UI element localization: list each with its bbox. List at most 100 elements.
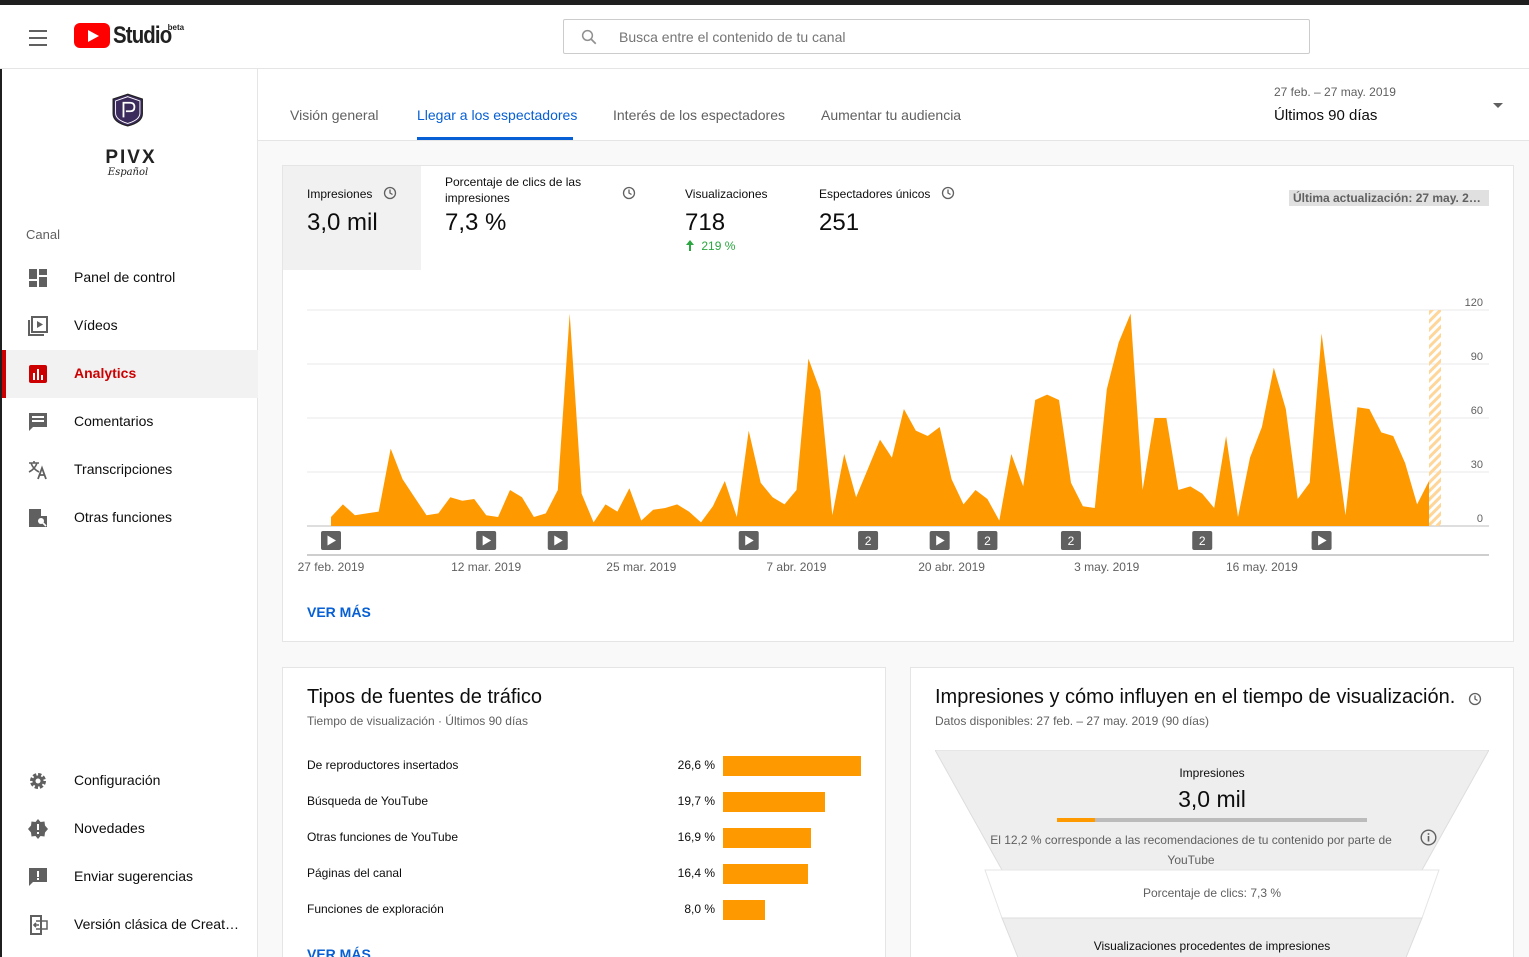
sidebar-item-dashboard[interactable]: Panel de control bbox=[2, 254, 258, 302]
studio-logo[interactable]: Studio beta bbox=[74, 23, 184, 53]
video-published-marker[interactable] bbox=[321, 531, 341, 550]
analytics-icon bbox=[29, 365, 47, 383]
y-tick-label: 30 bbox=[1471, 459, 1483, 471]
search-input[interactable] bbox=[619, 20, 1289, 53]
traffic-source-row[interactable]: De reproductores insertados 26,6 % bbox=[307, 754, 867, 778]
funnel-ctr-text: Porcentaje de clics: 7,3 % bbox=[1142, 886, 1282, 900]
marker-count-label: 2 bbox=[1199, 534, 1206, 548]
multi-video-marker[interactable]: 2 bbox=[977, 531, 998, 550]
metric-unique-viewers[interactable]: Espectadores únicos 251 bbox=[795, 166, 955, 270]
channel-subtitle: Español bbox=[107, 167, 149, 178]
multi-video-marker[interactable]: 2 bbox=[858, 531, 879, 550]
translate-icon bbox=[28, 461, 47, 480]
chevron-down-icon[interactable] bbox=[1492, 102, 1504, 110]
sidebar-item-feedback[interactable]: Enviar sugerencias bbox=[2, 853, 258, 901]
traffic-source-bar bbox=[723, 900, 765, 920]
traffic-source-percent: 26,6 % bbox=[677, 758, 715, 772]
y-tick-label: 90 bbox=[1471, 351, 1483, 363]
tab-reach[interactable]: Llegar a los espectadores bbox=[417, 107, 577, 123]
gear-icon bbox=[30, 773, 46, 789]
info-icon[interactable] bbox=[1420, 829, 1437, 846]
recommendation-share-fill bbox=[1057, 818, 1095, 822]
sidebar-item-label: Enviar sugerencias bbox=[74, 868, 194, 884]
traffic-source-row[interactable]: Páginas del canal 16,4 % bbox=[307, 862, 867, 886]
marker-count-label: 2 bbox=[1068, 534, 1075, 548]
dashboard-icon bbox=[29, 269, 47, 287]
metric-label: Visualizaciones bbox=[685, 187, 768, 201]
clock-icon bbox=[622, 186, 636, 200]
sidebar-item-comments[interactable]: Comentarios bbox=[2, 398, 258, 446]
sidebar-item-whats-new[interactable]: Novedades bbox=[2, 805, 258, 853]
active-tab-indicator bbox=[417, 137, 573, 140]
clock-icon bbox=[383, 186, 397, 200]
metric-ctr[interactable]: Porcentaje de clics de las impresiones 7… bbox=[421, 166, 651, 270]
top-app-bar: Studio beta bbox=[0, 5, 1529, 69]
tab-engagement[interactable]: Interés de los espectadores bbox=[613, 107, 785, 123]
video-published-marker[interactable] bbox=[738, 531, 759, 550]
see-more-link[interactable]: VER MÁS bbox=[307, 604, 371, 620]
sidebar-item-label: Configuración bbox=[74, 772, 161, 788]
sidebar-item-label: Vídeos bbox=[74, 317, 118, 333]
traffic-source-row[interactable]: Funciones de exploración 8,0 % bbox=[307, 898, 867, 922]
recommendation-share-bar bbox=[1057, 818, 1367, 822]
metric-label: Impresiones bbox=[307, 187, 373, 201]
traffic-see-more-link[interactable]: VER MÁS bbox=[307, 946, 371, 957]
traffic-sources-card: Tipos de fuentes de tráfico Tiempo de vi… bbox=[282, 667, 886, 957]
channel-avatar[interactable] bbox=[104, 93, 160, 149]
sidebar-item-transcriptions[interactable]: Transcripciones bbox=[2, 446, 258, 494]
hamburger-menu-icon[interactable] bbox=[22, 23, 54, 51]
metric-value: 7,3 % bbox=[445, 209, 507, 236]
traffic-source-percent: 19,7 % bbox=[677, 794, 715, 808]
multi-video-marker[interactable]: 2 bbox=[1192, 531, 1213, 550]
sidebar-item-analytics[interactable]: Analytics bbox=[2, 350, 258, 398]
video-published-marker[interactable] bbox=[547, 531, 568, 550]
sidebar-item-label: Novedades bbox=[74, 820, 145, 836]
video-published-marker[interactable] bbox=[476, 531, 497, 550]
metric-label: Porcentaje de clics de las impresiones bbox=[445, 175, 582, 205]
sidebar-item-settings[interactable]: Configuración bbox=[2, 757, 258, 805]
logo-word: Studio bbox=[113, 22, 172, 49]
sidebar-item-label: Comentarios bbox=[74, 413, 154, 429]
date-range-dates: 27 feb. – 27 may. 2019 bbox=[1274, 85, 1396, 99]
traffic-source-bar bbox=[723, 756, 861, 776]
other-features-icon bbox=[29, 509, 47, 527]
sidebar-item-videos[interactable]: Vídeos bbox=[2, 302, 258, 350]
marker-count-label: 2 bbox=[984, 534, 991, 548]
whats-new-icon bbox=[28, 819, 48, 839]
metric-impressions[interactable]: Impresiones 3,0 mil bbox=[283, 166, 421, 270]
multi-video-marker[interactable]: 2 bbox=[1060, 531, 1081, 550]
sidebar-item-other-features[interactable]: Otras funciones bbox=[2, 494, 258, 542]
sidebar-item-classic-studio[interactable]: Versión clásica de Creat… bbox=[2, 901, 258, 949]
card-subtitle: Datos disponibles: 27 feb. – 27 may. 201… bbox=[935, 714, 1209, 728]
video-published-marker[interactable] bbox=[1311, 531, 1332, 550]
traffic-source-row[interactable]: Otras funciones de YouTube 16,9 % bbox=[307, 826, 867, 850]
x-tick-label: 12 mar. 2019 bbox=[451, 560, 521, 574]
last-update-badge: Última actualización: 27 may. 2019 bbox=[1289, 190, 1489, 206]
x-tick-label: 3 may. 2019 bbox=[1074, 560, 1139, 574]
traffic-source-row[interactable]: Búsqueda de YouTube 19,7 % bbox=[307, 790, 867, 814]
youtube-play-logo-icon bbox=[74, 23, 110, 48]
traffic-source-percent: 8,0 % bbox=[684, 902, 715, 916]
tab-build-audience[interactable]: Aumentar tu audiencia bbox=[821, 107, 961, 123]
traffic-source-name: De reproductores insertados bbox=[307, 758, 459, 772]
tab-overview[interactable]: Visión general bbox=[290, 107, 378, 123]
video-published-marker[interactable] bbox=[929, 531, 950, 550]
feedback-icon bbox=[29, 868, 47, 886]
funnel-views-text: Visualizaciones procedentes de impresion… bbox=[1093, 939, 1331, 953]
metric-views[interactable]: Visualizaciones 718 219 % bbox=[661, 166, 795, 270]
metric-value: 718 bbox=[685, 209, 726, 236]
traffic-source-name: Búsqueda de YouTube bbox=[307, 794, 429, 808]
y-tick-label: 60 bbox=[1471, 405, 1483, 417]
impressions-chart: 0 30 60 90 120 27 feb. 2019 12 mar. 2019 25 mar… bbox=[298, 297, 1489, 574]
clock-icon bbox=[941, 186, 955, 200]
card-title: Impresiones y cómo influyen en el tiempo… bbox=[935, 686, 1456, 708]
search-icon[interactable] bbox=[580, 28, 598, 46]
impressions-funnel-card: Impresiones y cómo influyen en el tiempo… bbox=[910, 667, 1514, 957]
traffic-source-percent: 16,4 % bbox=[677, 866, 715, 880]
classic-studio-icon bbox=[30, 915, 48, 935]
comments-icon bbox=[29, 413, 47, 431]
traffic-source-name: Otras funciones de YouTube bbox=[307, 830, 458, 844]
y-tick-label: 0 bbox=[1477, 513, 1483, 525]
metric-label: Espectadores únicos bbox=[819, 187, 931, 201]
date-range-label[interactable]: Últimos 90 días bbox=[1274, 107, 1377, 124]
